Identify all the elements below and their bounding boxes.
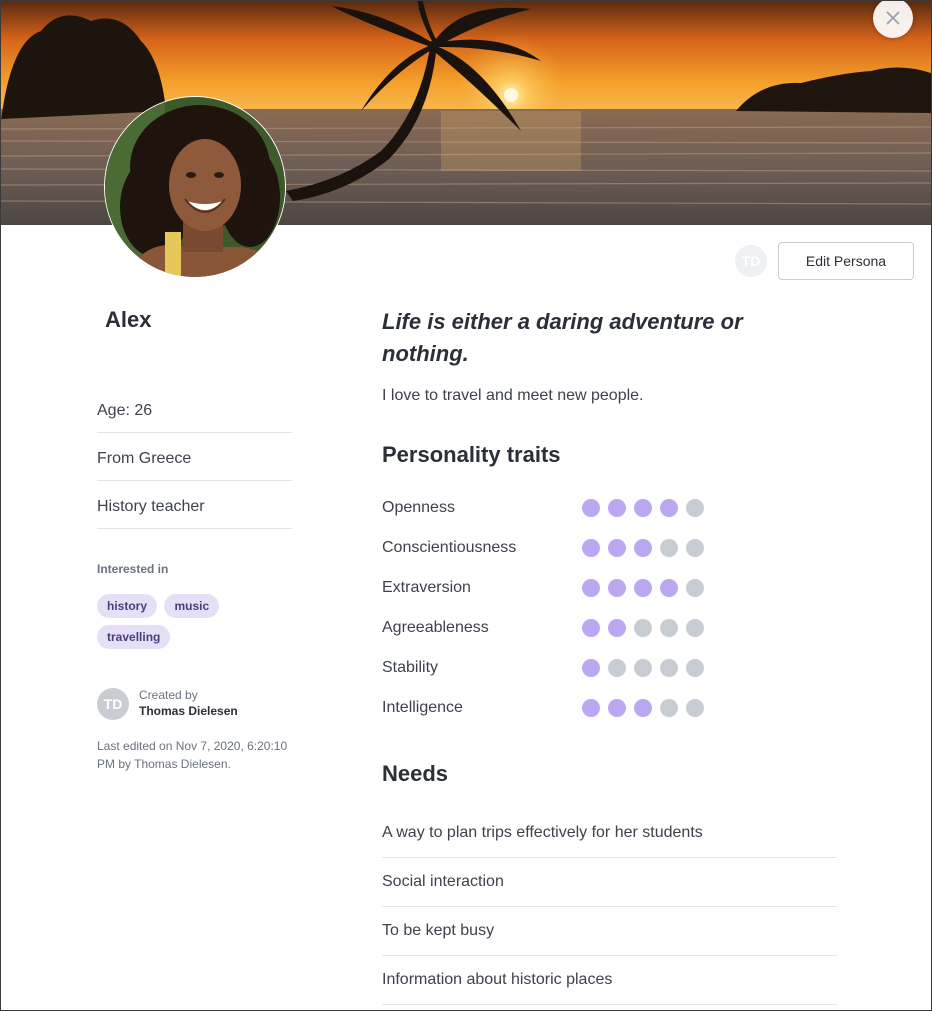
needs-list: A way to plan trips effectively for her … xyxy=(382,809,837,1005)
trait-rating xyxy=(582,659,712,677)
rating-dot-filled xyxy=(582,539,600,557)
trait-name: Intelligence xyxy=(382,699,463,716)
trait-name: Conscientiousness xyxy=(382,539,517,556)
rating-dot-empty xyxy=(686,579,704,597)
close-icon xyxy=(886,11,900,25)
rating-dot-filled xyxy=(660,499,678,517)
rating-dot-empty xyxy=(686,699,704,717)
rating-dot-filled xyxy=(634,579,652,597)
interest-tag: travelling xyxy=(97,625,171,649)
rating-dot-empty xyxy=(660,619,678,637)
need-item: Social interaction xyxy=(382,858,837,907)
interest-tag: music xyxy=(164,594,220,618)
rating-dot-filled xyxy=(582,699,600,717)
rating-dot-empty xyxy=(686,659,704,677)
trait-rating xyxy=(582,619,712,637)
rating-dot-empty xyxy=(686,539,704,557)
trait-row-extraversion: Extraversion xyxy=(382,568,712,608)
rating-dot-filled xyxy=(582,499,600,517)
persona-name: Alex xyxy=(105,307,152,332)
trait-row-openness: Openness xyxy=(382,488,712,528)
rating-dot-empty xyxy=(660,539,678,557)
rating-dot-filled xyxy=(582,579,600,597)
trait-row-agreeableness: Agreeableness xyxy=(382,608,712,648)
trait-row-conscientiousness: Conscientiousness xyxy=(382,528,712,568)
creator-avatar: TD xyxy=(97,688,129,720)
rating-dot-empty xyxy=(608,659,626,677)
rating-dot-filled xyxy=(608,539,626,557)
last-edited-text: Last edited on Nov 7, 2020, 6:20:10 PM b… xyxy=(97,739,288,771)
need-item: A way to plan trips effectively for her … xyxy=(382,809,837,858)
persona-modal: TD Edit Persona Alex Age: 26 From Greece… xyxy=(0,0,932,1011)
creator-name: Thomas Dielesen xyxy=(139,704,238,718)
trait-rating xyxy=(582,499,712,517)
rating-dot-filled xyxy=(660,579,678,597)
rating-dot-filled xyxy=(634,499,652,517)
created-by-label: Created by xyxy=(139,688,198,702)
trait-row-stability: Stability xyxy=(382,648,712,688)
trait-rating xyxy=(582,539,712,557)
rating-dot-empty xyxy=(660,659,678,677)
interested-in-label: Interested in xyxy=(97,562,169,576)
rating-dot-filled xyxy=(608,499,626,517)
persona-quote: Life is either a daring adventure or not… xyxy=(382,309,743,366)
trait-name: Extraversion xyxy=(382,579,471,596)
interest-tags: history music travelling xyxy=(97,594,297,656)
trait-rating xyxy=(582,579,712,597)
rating-dot-filled xyxy=(582,659,600,677)
rating-dot-empty xyxy=(660,699,678,717)
rating-dot-filled xyxy=(634,699,652,717)
fact-age: Age: 26 xyxy=(97,385,292,433)
rating-dot-filled xyxy=(608,579,626,597)
trait-name: Openness xyxy=(382,499,455,516)
current-user-avatar[interactable]: TD xyxy=(735,245,767,277)
persona-avatar xyxy=(104,96,286,278)
personality-traits-list: Openness Conscientiousness Extraversion Agr… xyxy=(382,488,712,728)
persona-bio: I love to travel and meet new people. xyxy=(382,387,644,404)
need-item: Information about historic places xyxy=(382,956,837,1005)
trait-name: Agreeableness xyxy=(382,619,489,636)
interest-tag: history xyxy=(97,594,158,618)
fact-occupation: History teacher xyxy=(97,481,292,529)
rating-dot-filled xyxy=(634,539,652,557)
personality-traits-title: Personality traits xyxy=(382,442,561,467)
edit-persona-button[interactable]: Edit Persona xyxy=(778,242,914,280)
fact-origin: From Greece xyxy=(97,433,292,481)
rating-dot-filled xyxy=(582,619,600,637)
needs-title: Needs xyxy=(382,761,449,786)
rating-dot-empty xyxy=(634,619,652,637)
rating-dot-filled xyxy=(608,699,626,717)
rating-dot-filled xyxy=(608,619,626,637)
rating-dot-empty xyxy=(634,659,652,677)
rating-dot-empty xyxy=(686,619,704,637)
rating-dot-empty xyxy=(686,499,704,517)
trait-rating xyxy=(582,699,712,717)
trait-row-intelligence: Intelligence xyxy=(382,688,712,728)
persona-facts: Age: 26 From Greece History teacher xyxy=(97,385,292,529)
need-item: To be kept busy xyxy=(382,907,837,956)
trait-name: Stability xyxy=(382,659,439,676)
